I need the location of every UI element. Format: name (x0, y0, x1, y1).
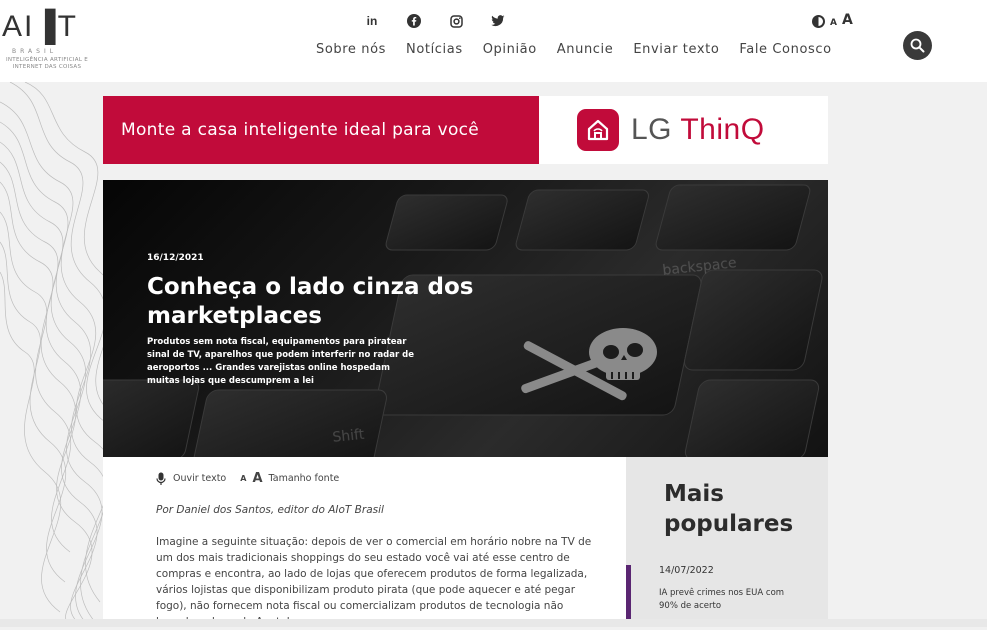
hero-date: 16/12/2021 (147, 253, 204, 263)
article-font-increase[interactable]: A (252, 471, 262, 486)
listen-text-button[interactable]: Ouvir texto (173, 473, 226, 484)
hero-lead: Produtos sem nota fiscal, equipamentos p… (147, 337, 414, 386)
bottom-strip (0, 619, 987, 627)
article-font-decrease[interactable]: A (240, 474, 246, 483)
hero-article[interactable]: backspace Shift 16/12/2021 Conheça o lad… (103, 180, 828, 457)
article-body: Ouvir texto A A Tamanho fonte Por Daniel… (103, 457, 626, 628)
ad-headline-area: Monte a casa inteligente ideal para você (103, 96, 539, 164)
font-size-label: Tamanho fonte (268, 473, 340, 484)
contrast-icon[interactable] (812, 15, 825, 28)
popular-heading: Mais populares (664, 481, 794, 537)
instagram-icon[interactable] (446, 12, 466, 30)
nav-item-enviar-texto[interactable]: Enviar texto (633, 42, 719, 57)
site-logo[interactable]: AI▐T BRASIL INTELIGÊNCIA ARTIFICIAL E IN… (2, 10, 92, 70)
main-nav: Sobre nós Notícias Opinião Anuncie Envia… (316, 42, 832, 57)
social-links: in (362, 12, 508, 30)
article-tools: Ouvir texto A A Tamanho fonte (155, 471, 339, 486)
article-paragraph: Imagine a seguinte situação: depois de v… (156, 536, 592, 628)
logo-tagline: INTELIGÊNCIA ARTIFICIAL E INTERNET DAS C… (5, 57, 89, 70)
popular-item-date: 14/07/2022 (659, 565, 714, 576)
logo-mark: AI▐T (2, 10, 78, 43)
popular-item-title[interactable]: IA prevê crimes nos EUA com 90% de acert… (659, 587, 799, 613)
facebook-icon[interactable] (404, 12, 424, 30)
popular-accent-bar (626, 565, 631, 627)
ad-brand-logo: LG ThinQ (631, 113, 765, 147)
accessibility-controls: A A (812, 12, 853, 28)
nav-item-fale-conosco[interactable]: Fale Conosco (739, 42, 831, 57)
ad-headline: Monte a casa inteligente ideal para você (121, 120, 480, 140)
search-icon (910, 38, 925, 53)
smart-home-icon (577, 109, 619, 151)
hero-title[interactable]: Conheça o lado cinza dos marketplaces (147, 273, 507, 331)
popular-sidebar: Mais populares 14/07/2022 IA prevê crime… (626, 457, 828, 627)
site-header: AI▐T BRASIL INTELIGÊNCIA ARTIFICIAL E IN… (0, 0, 987, 82)
article-byline: Por Daniel dos Santos, editor do AIoT Br… (156, 504, 384, 516)
ad-brand-area: LG ThinQ (539, 96, 828, 164)
nav-item-noticias[interactable]: Notícias (406, 42, 463, 57)
nav-item-sobre-nos[interactable]: Sobre nós (316, 42, 386, 57)
search-button[interactable] (903, 31, 932, 60)
twitter-icon[interactable] (488, 12, 508, 30)
linkedin-icon[interactable]: in (362, 12, 382, 30)
font-decrease-button[interactable]: A (830, 18, 837, 28)
svg-text:Shift: Shift (332, 427, 366, 446)
ad-brand-lg: LG (631, 113, 673, 146)
ad-banner[interactable]: Monte a casa inteligente ideal para você… (103, 96, 828, 164)
nav-item-anuncie[interactable]: Anuncie (557, 42, 614, 57)
background-pattern (0, 82, 110, 627)
nav-item-opiniao[interactable]: Opinião (483, 42, 537, 57)
ad-brand-thinq: ThinQ (680, 113, 765, 146)
font-increase-button[interactable]: A (842, 12, 853, 28)
logo-sub: BRASIL (12, 48, 58, 55)
microphone-icon[interactable] (155, 472, 167, 486)
